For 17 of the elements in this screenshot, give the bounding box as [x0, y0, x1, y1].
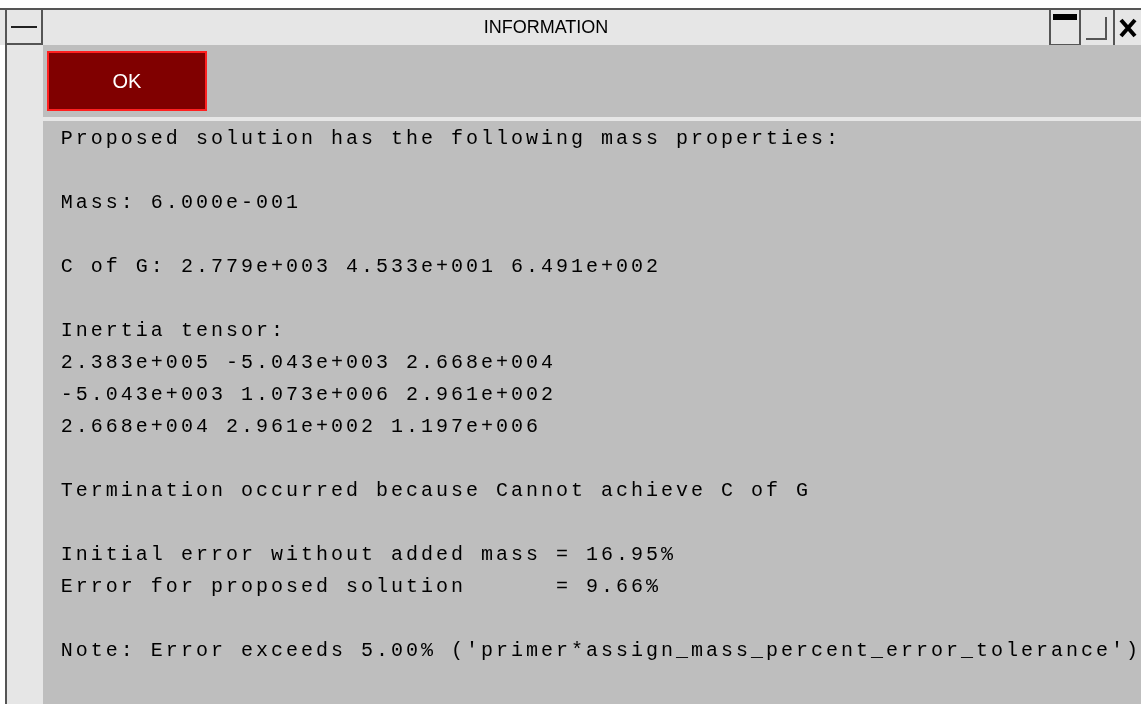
maximize-icon: [1086, 17, 1108, 41]
message-line: Note: Error exceeds 5.00% ('primer*assign_mass_percent_error_tolerance'): [60, 638, 1141, 664]
message-line: Initial error without added mass = 16.95%: [60, 542, 677, 568]
message-line: Termination occurred because Cannot achieve C of G: [60, 478, 812, 504]
close-icon: [1119, 17, 1137, 38]
ok-button[interactable]: OK: [46, 51, 207, 111]
message-line: 2.383e+005 -5.043e+003 2.668e+004: [60, 350, 557, 376]
message-line: Inertia tensor:: [60, 318, 287, 344]
message-line: 2.668e+004 2.961e+002 1.197e+006: [60, 414, 542, 440]
minimize-icon: [1053, 14, 1077, 20]
dash-icon: [11, 25, 37, 28]
message-line: Mass: 6.000e-001: [60, 190, 302, 216]
message-line: Error for proposed solution = 9.66%: [60, 574, 662, 600]
window-title: INFORMATION: [482, 16, 610, 39]
message-line: Proposed solution has the following mass properties:: [60, 126, 842, 152]
message-line: C of G: 2.779e+003 4.533e+001 6.491e+002: [60, 254, 662, 280]
message-line: -5.043e+003 1.073e+006 2.961e+002: [60, 382, 557, 408]
